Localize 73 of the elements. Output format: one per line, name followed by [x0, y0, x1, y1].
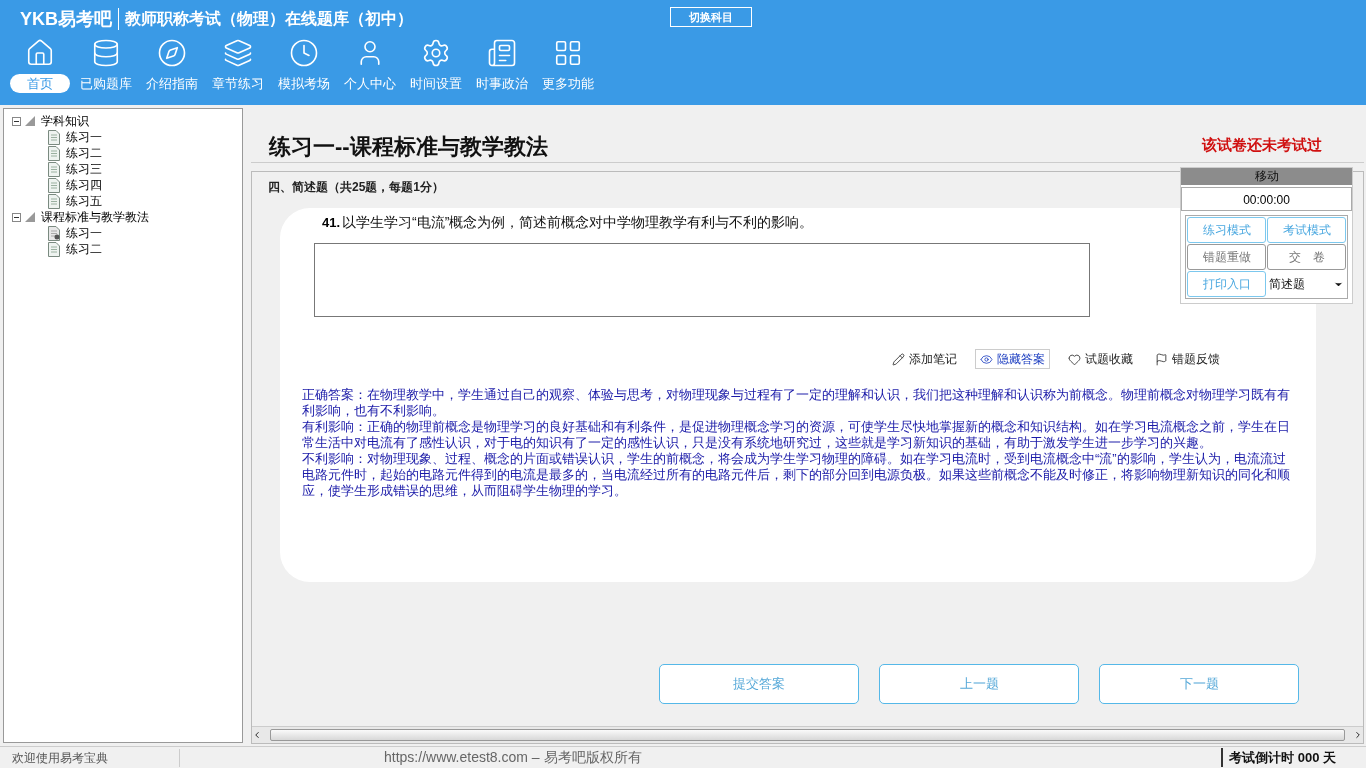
- answer-paragraph: 正确答案：在物理教学中，学生通过自己的观察、体验与思考，对物理现象与过程有了一定的理解和认识，我们把这种理解和认识称为前概念。物理前概念对物理学习既有有利影响，也有不利影响。: [302, 387, 1291, 419]
- tree-item[interactable]: 练习三: [66, 160, 102, 178]
- switch-subject-button[interactable]: 切换科目: [670, 7, 752, 27]
- triangle-icon: [25, 116, 35, 126]
- document-gear-icon: [48, 225, 60, 241]
- tree-item[interactable]: 练习二: [66, 144, 102, 162]
- app-title: 教师职称考试（物理）在线题库（初中）: [125, 9, 413, 29]
- tree-item[interactable]: 学科知识: [41, 112, 89, 130]
- welcome-text: 欢迎使用易考宝典: [0, 748, 180, 767]
- document-icon: [48, 193, 60, 209]
- panel-button[interactable]: 练习模式: [1187, 217, 1266, 243]
- settings-icon[interactable]: [421, 38, 451, 68]
- panel-button[interactable]: 考试模式: [1267, 217, 1346, 243]
- question-type-select[interactable]: 简述题: [1267, 271, 1346, 297]
- answer-tool-button[interactable]: 试题收藏: [1064, 349, 1137, 369]
- scroll-thumb[interactable]: [270, 729, 1345, 741]
- nav-tab[interactable]: 个人中心: [344, 74, 396, 93]
- compass-icon[interactable]: [157, 38, 187, 68]
- document-icon: [48, 241, 60, 257]
- nav-tab[interactable]: 已购题库: [80, 74, 132, 93]
- document-icon: [48, 177, 60, 193]
- app-logo: YKB易考吧: [20, 7, 112, 31]
- nav-action-button[interactable]: 上一题: [879, 664, 1079, 704]
- scroll-right-icon[interactable]: [1353, 730, 1363, 740]
- countdown-text: 考试倒计时 000 天: [1221, 747, 1336, 768]
- home-icon[interactable]: [25, 38, 55, 68]
- grid-icon[interactable]: [553, 38, 583, 68]
- answer-paragraph: 不利影响：对物理现象、过程、概念的片面或错误认识，学生的前概念，将会成为学生学习物理的障碍。如在学习电流时，受到电流概念中“流”的影响，学生认为，电流流过电路元件时，起始的电路元件得到的电流是最多的，当电流经过所有的电路元件后，剩下的部分回到电源负极。如果这些前概念不能及时修正，将影响物理新知识的同化和顺应，使学生形成错误的思维，从而阻碍学生物理的学习。: [302, 451, 1291, 499]
- tree-item[interactable]: 练习二: [66, 240, 102, 258]
- newspaper-icon[interactable]: [487, 38, 517, 68]
- tree-item[interactable]: 练习四: [66, 176, 102, 194]
- answer-tool-button[interactable]: 错题反馈: [1151, 349, 1224, 369]
- answer-paragraph: 有利影响：正确的物理前概念是物理学习的良好基础和有利条件，是促进物理概念学习的资源，可使学生尽快地掌握新的概念和知识结构。如在学习电流概念之前，学生在日常生活中对电流有了感性认识，对于电的知识有了一定的感性认识，只是没有系统地研究过，这些就是学习新知识的基础，有助于激发学生进一步学习的兴趣。: [302, 419, 1291, 451]
- section-heading: 四、简述题（共25题，每题1分）: [268, 179, 446, 196]
- tree-item[interactable]: 练习五: [66, 192, 102, 210]
- triangle-icon: [25, 212, 35, 222]
- exam-status: 该试卷还未考试过: [1202, 134, 1322, 155]
- tree-item[interactable]: 练习一: [66, 128, 102, 146]
- nav-action-button[interactable]: 提交答案: [659, 664, 859, 704]
- document-icon: [48, 161, 60, 177]
- answer-input[interactable]: [314, 243, 1090, 317]
- timer-display: 00:00:00: [1181, 187, 1352, 211]
- nav-tab[interactable]: 时间设置: [410, 74, 462, 93]
- collapse-icon[interactable]: [12, 212, 21, 222]
- collapse-icon[interactable]: [12, 116, 21, 126]
- pencil-icon: [892, 352, 905, 366]
- panel-header[interactable]: 移动: [1181, 168, 1352, 185]
- nav-tab[interactable]: 模拟考场: [278, 74, 330, 93]
- clock-icon[interactable]: [289, 38, 319, 68]
- horizontal-scrollbar[interactable]: [252, 726, 1363, 743]
- nav-tab[interactable]: 更多功能: [542, 74, 594, 93]
- nav-tab[interactable]: 首页: [10, 74, 70, 93]
- layers-icon[interactable]: [223, 38, 253, 68]
- document-icon: [48, 145, 60, 161]
- copyright-text: https://www.etest8.com – 易考吧版权所有: [384, 748, 642, 767]
- scroll-left-icon[interactable]: [252, 730, 262, 740]
- exam-title: 练习一--课程标准与教学教法: [269, 133, 548, 161]
- flag-icon: [1155, 352, 1168, 366]
- panel-button[interactable]: 打印入口: [1187, 271, 1266, 297]
- question-number: 41.: [322, 214, 341, 232]
- answer-tool-button[interactable]: 添加笔记: [888, 349, 961, 369]
- database-icon[interactable]: [91, 38, 121, 68]
- heart-icon: [1068, 352, 1081, 366]
- tree-item[interactable]: 练习一: [66, 224, 102, 242]
- nav-tab[interactable]: 介绍指南: [146, 74, 198, 93]
- question-text: 以学生学习“电流”概念为例，简述前概念对中学物理教学有利与不利的影响。: [342, 213, 814, 232]
- answer-tool-button[interactable]: 隐藏答案: [975, 349, 1050, 369]
- nav-tab[interactable]: 时事政治: [476, 74, 528, 93]
- nav-tab[interactable]: 章节练习: [212, 74, 264, 93]
- nav-action-button[interactable]: 下一题: [1099, 664, 1299, 704]
- tree-item[interactable]: 课程标准与教学教法: [41, 208, 149, 226]
- eye-icon: [980, 352, 993, 366]
- document-icon: [48, 129, 60, 145]
